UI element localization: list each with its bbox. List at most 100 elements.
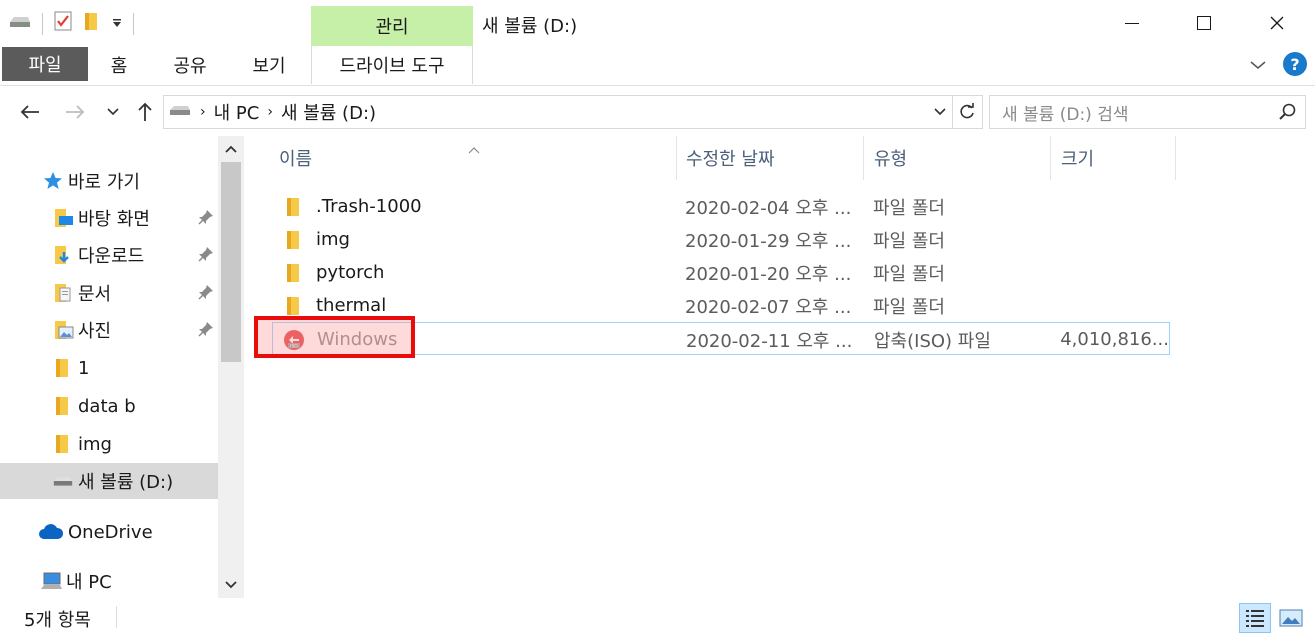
column-divider[interactable]: [1175, 136, 1176, 180]
scroll-thumb[interactable]: [221, 162, 241, 362]
cloud-icon: [38, 521, 64, 543]
file-type: 파일 폴더: [873, 230, 945, 252]
up-arrow-icon: [138, 102, 152, 121]
star-icon: [42, 170, 64, 192]
tab-file[interactable]: 파일: [2, 47, 88, 81]
drive-icon: [52, 470, 74, 492]
tab-drive-tools[interactable]: 드라이브 도구: [311, 46, 473, 84]
back-arrow-icon: [20, 105, 39, 119]
refresh-button[interactable]: [952, 96, 980, 128]
maximize-button[interactable]: [1167, 0, 1241, 46]
column-header-type[interactable]: 유형: [864, 136, 1050, 180]
chevron-up-icon: [225, 145, 237, 153]
nav-label: data b: [78, 395, 136, 417]
tab-share[interactable]: 공유: [160, 46, 220, 84]
file-row[interactable]: img 2020-01-29 오후 ... 파일 폴더: [272, 223, 1170, 256]
forward-button[interactable]: [61, 98, 89, 126]
breadcrumb-chevron-icon[interactable]: ›: [200, 104, 206, 120]
column-header-size[interactable]: 크기: [1051, 136, 1175, 180]
file-row[interactable]: .Trash-1000 2020-02-04 오후 ... 파일 폴더: [272, 190, 1170, 223]
tab-view[interactable]: 보기: [238, 46, 300, 84]
documents-folder-icon: [52, 282, 74, 304]
desktop-folder-icon: [52, 207, 74, 229]
nav-item-data-b[interactable]: data b: [0, 388, 218, 424]
drive-icon: [8, 12, 32, 35]
file-size: [1052, 190, 1168, 223]
file-type: 파일 폴더: [873, 197, 945, 219]
file-date: 2020-01-29 오후 ...: [685, 230, 852, 252]
folder-icon: [282, 229, 304, 251]
nav-label: 바탕 화면: [78, 209, 150, 230]
new-folder-icon[interactable]: [83, 10, 101, 37]
nav-quick-access[interactable]: 바로 가기: [0, 163, 218, 199]
scroll-down-button[interactable]: [218, 572, 244, 598]
folder-icon: [52, 433, 74, 455]
maximize-icon: [1197, 16, 1211, 30]
details-view-button[interactable]: [1239, 603, 1271, 633]
nav-item-pictures[interactable]: 사진: [0, 312, 218, 348]
details-view-icon: [1246, 610, 1264, 627]
nav-item-desktop[interactable]: 바탕 화면: [0, 200, 218, 236]
search-input[interactable]: 새 볼륨 (D:) 검색: [989, 95, 1306, 129]
folder-icon: [282, 295, 304, 317]
address-history-chevron-icon[interactable]: [932, 104, 948, 125]
properties-icon[interactable]: [53, 10, 73, 37]
nav-scrollbar[interactable]: [218, 136, 244, 598]
tab-home[interactable]: 홈: [92, 46, 146, 84]
file-name: .Trash-1000: [316, 196, 422, 217]
status-bar: 5개 항목: [0, 598, 1315, 637]
nav-label: 1: [78, 357, 90, 379]
back-button[interactable]: [16, 98, 44, 126]
pin-icon[interactable]: [198, 209, 214, 225]
column-header-date[interactable]: 수정한 날짜: [676, 136, 864, 180]
forward-arrow-icon: [66, 105, 85, 119]
scroll-up-button[interactable]: [218, 136, 244, 162]
nav-item-img[interactable]: img: [0, 426, 218, 462]
column-header-name[interactable]: 이름: [269, 136, 677, 180]
breadcrumb-drive[interactable]: 새 볼륨 (D:): [281, 99, 376, 125]
file-row[interactable]: pytorch 2020-01-20 오후 ... 파일 폴더: [272, 256, 1170, 289]
nav-item-downloads[interactable]: 다운로드: [0, 237, 218, 273]
address-bar[interactable]: › 내 PC › 새 볼륨 (D:): [163, 95, 983, 129]
breadcrumb-chevron-icon[interactable]: ›: [267, 104, 273, 120]
search-placeholder: 새 볼륨 (D:) 검색: [1002, 104, 1129, 125]
file-name: thermal: [316, 295, 387, 316]
computer-icon: [40, 570, 62, 592]
chevron-down-icon: [225, 581, 237, 589]
up-button[interactable]: [131, 98, 159, 126]
pin-icon[interactable]: [198, 284, 214, 300]
nav-label: 바로 가기: [68, 172, 140, 193]
file-date: 2020-02-04 오후 ...: [685, 197, 852, 219]
pin-icon[interactable]: [198, 321, 214, 337]
toolbar-divider: [133, 12, 134, 35]
file-list: 이름 수정한 날짜 유형 크기 .Trash-1000 2020-02-04 오…: [246, 136, 1315, 598]
folder-icon: [52, 357, 74, 379]
close-button[interactable]: [1240, 0, 1314, 46]
quick-access-toolbar: [8, 10, 134, 37]
customize-toolbar-chevron-icon[interactable]: [111, 13, 123, 34]
nav-label: 새 볼륨 (D:): [78, 472, 174, 493]
minimize-button[interactable]: [1095, 0, 1169, 46]
nav-item-onedrive[interactable]: OneDrive: [0, 514, 218, 550]
title-bar: 관리 새 볼륨 (D:): [0, 0, 1315, 46]
tab-manage[interactable]: 관리: [311, 6, 473, 46]
file-size: [1052, 223, 1168, 256]
nav-item-folder-1[interactable]: 1: [0, 350, 218, 386]
breadcrumb-this-pc[interactable]: 내 PC: [214, 99, 260, 125]
toolbar-divider: [42, 12, 43, 35]
file-date: 2020-01-20 오후 ...: [685, 263, 852, 285]
pin-icon[interactable]: [198, 246, 214, 262]
chevron-down-icon: [1250, 61, 1266, 69]
search-icon[interactable]: [1279, 103, 1297, 126]
file-type: 파일 폴더: [873, 296, 945, 318]
expand-ribbon-button[interactable]: [1245, 52, 1271, 78]
nav-item-documents[interactable]: 문서: [0, 275, 218, 311]
file-size: [1052, 256, 1168, 289]
nav-item-drive-d[interactable]: 새 볼륨 (D:): [0, 463, 218, 499]
nav-label: OneDrive: [68, 521, 153, 543]
navigation-bar: › 내 PC › 새 볼륨 (D:) 새 볼륨 (D:) 검색: [0, 86, 1315, 136]
nav-item-this-pc[interactable]: 내 PC: [0, 563, 218, 599]
large-icons-view-button[interactable]: [1275, 603, 1307, 633]
help-button[interactable]: ?: [1283, 52, 1307, 76]
recent-locations-button[interactable]: [99, 98, 127, 126]
